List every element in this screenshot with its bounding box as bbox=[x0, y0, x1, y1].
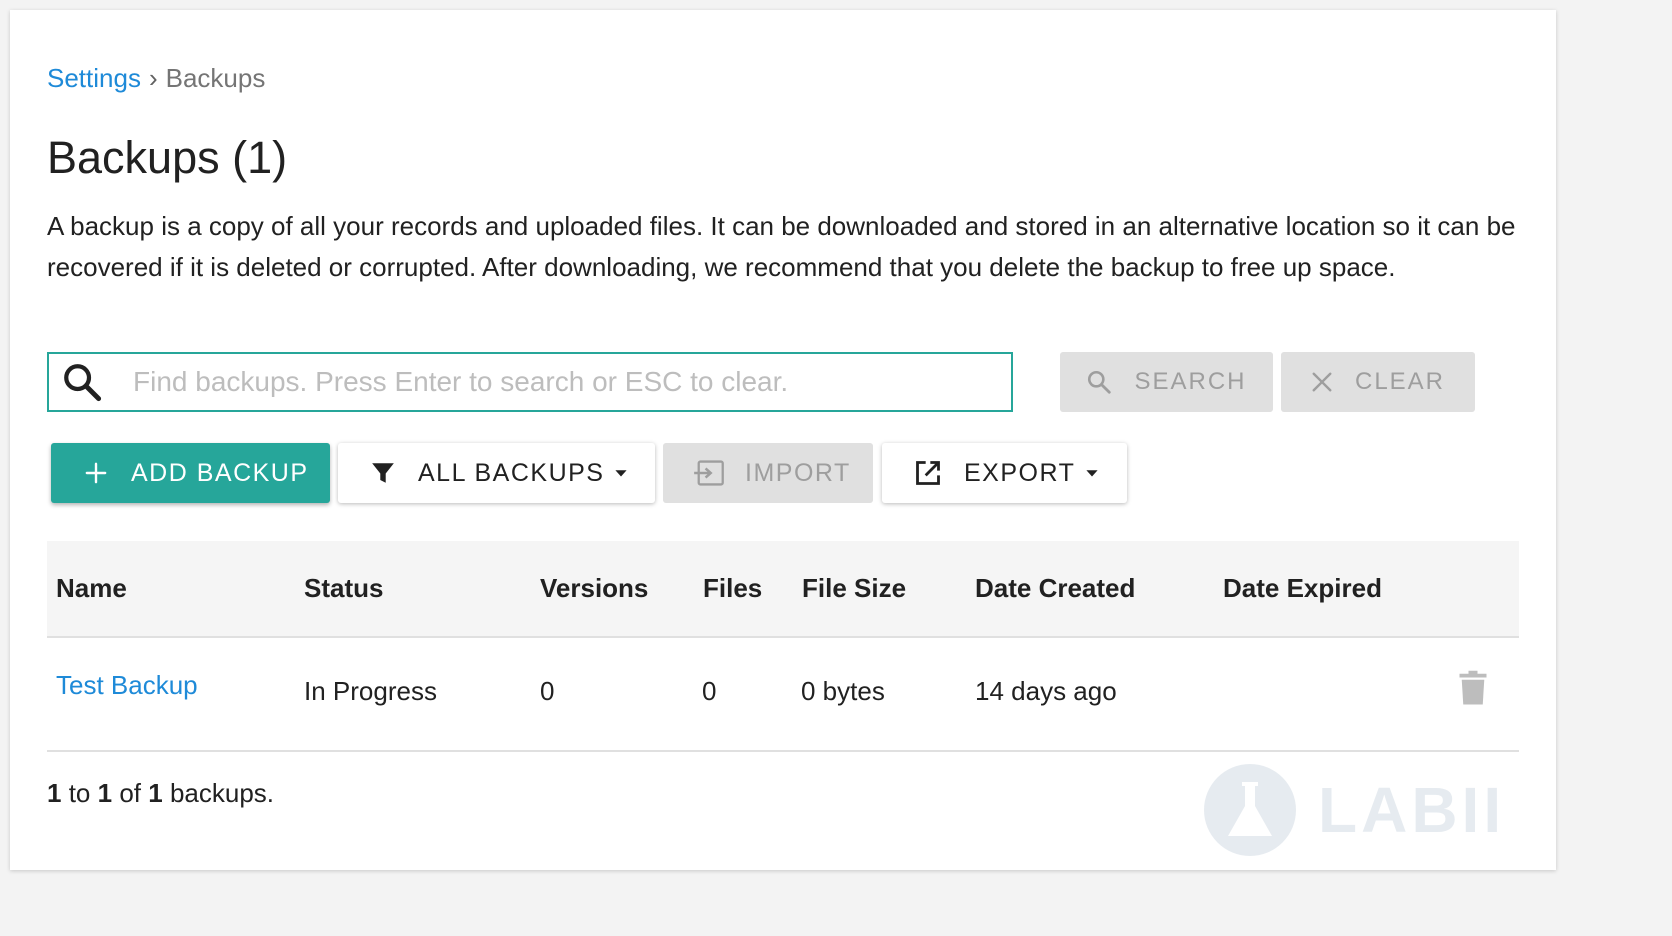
search-button[interactable]: SEARCH bbox=[1060, 352, 1273, 412]
range-start: 1 bbox=[47, 778, 62, 808]
flask-logo-icon bbox=[1204, 764, 1296, 856]
column-header-date-expired[interactable]: Date Expired bbox=[1223, 573, 1382, 604]
search-box bbox=[47, 352, 1013, 412]
breadcrumb-settings-link[interactable]: Settings bbox=[47, 63, 141, 93]
table-row: Test Backup In Progress 0 0 0 bytes 14 d… bbox=[47, 638, 1519, 752]
export-icon bbox=[916, 461, 940, 485]
export-label: EXPORT bbox=[964, 458, 1076, 487]
of-word: of bbox=[119, 778, 142, 808]
total-count: 1 bbox=[148, 778, 163, 808]
export-button[interactable]: EXPORT bbox=[882, 443, 1127, 503]
trash-icon[interactable] bbox=[1458, 670, 1488, 706]
filter-icon bbox=[372, 463, 394, 483]
breadcrumb-current: Backups bbox=[165, 63, 266, 93]
column-header-name[interactable]: Name bbox=[56, 573, 127, 604]
all-backups-filter-button[interactable]: ALL BACKUPS bbox=[338, 443, 655, 503]
plus-icon bbox=[85, 462, 107, 484]
all-backups-label: ALL BACKUPS bbox=[418, 458, 605, 487]
backup-versions: 0 bbox=[540, 676, 555, 706]
backup-date-created: 14 days ago bbox=[975, 676, 1117, 706]
range-end: 1 bbox=[97, 778, 113, 808]
breadcrumb: Settings › Backups bbox=[47, 62, 265, 94]
import-button[interactable]: IMPORT bbox=[663, 443, 873, 503]
backup-name-link[interactable]: Test Backup bbox=[56, 670, 198, 701]
backup-file-size: 0 bytes bbox=[801, 676, 885, 706]
search-icon bbox=[1088, 370, 1112, 394]
column-header-file-size[interactable]: File Size bbox=[802, 573, 906, 604]
backup-files: 0 bbox=[702, 676, 717, 706]
table-header: Name Status Versions Files File Size Dat… bbox=[47, 541, 1519, 638]
page-title: Backups (1) bbox=[47, 132, 288, 183]
pagination-summary: 1 to 1 of 1 backups. bbox=[47, 778, 274, 809]
watermark-text: LABII bbox=[1318, 774, 1506, 846]
caret-down-icon bbox=[615, 470, 628, 477]
breadcrumb-separator: › bbox=[148, 63, 158, 93]
column-header-status[interactable]: Status bbox=[304, 573, 383, 604]
backups-card: Settings › Backups Backups (1) A backup is… bbox=[10, 10, 1556, 870]
import-label: IMPORT bbox=[745, 458, 851, 487]
page-description: A backup is a copy of all your records a… bbox=[47, 211, 1516, 282]
import-icon bbox=[694, 460, 724, 486]
clear-button[interactable]: CLEAR bbox=[1281, 352, 1475, 412]
count-suffix: backups. bbox=[169, 778, 275, 808]
search-icon bbox=[64, 364, 102, 402]
column-header-files[interactable]: Files bbox=[703, 573, 762, 604]
column-header-date-created[interactable]: Date Created bbox=[975, 573, 1135, 604]
backups-table: Name Status Versions Files File Size Dat… bbox=[47, 541, 1519, 752]
search-input[interactable] bbox=[131, 365, 995, 399]
labii-watermark: LABII bbox=[1202, 762, 1532, 858]
add-backup-button[interactable]: ADD BACKUP bbox=[51, 443, 330, 503]
to-word: to bbox=[68, 778, 91, 808]
column-header-versions[interactable]: Versions bbox=[540, 573, 648, 604]
caret-down-icon bbox=[1086, 470, 1098, 477]
clear-button-label: CLEAR bbox=[1354, 368, 1446, 395]
add-backup-label: ADD BACKUP bbox=[131, 458, 309, 487]
close-icon bbox=[1312, 372, 1332, 392]
backup-status: In Progress bbox=[304, 676, 437, 706]
search-button-label: SEARCH bbox=[1134, 368, 1247, 395]
